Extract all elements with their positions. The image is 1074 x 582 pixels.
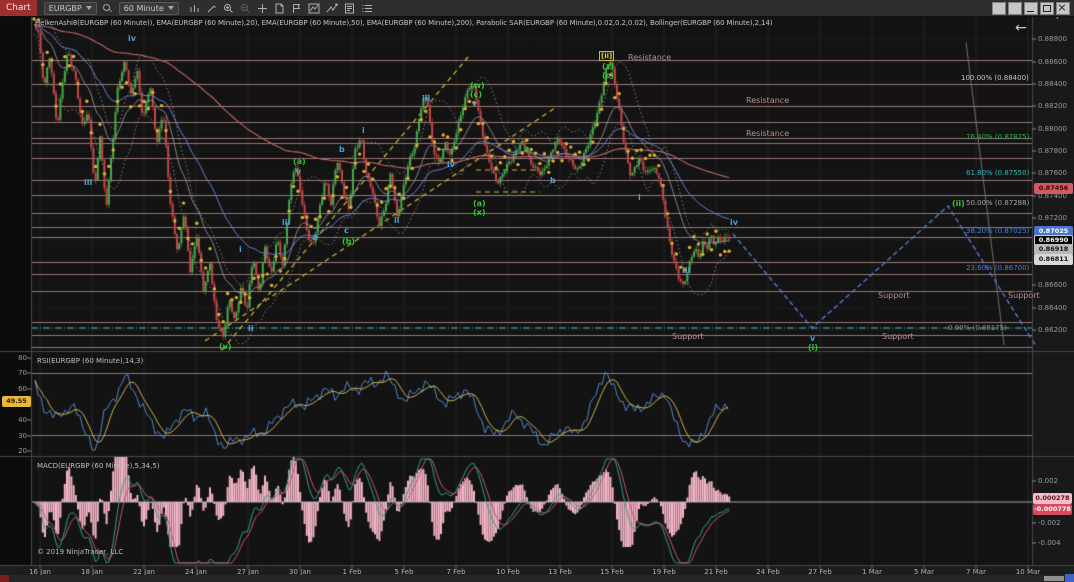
chevron-down-icon — [86, 6, 92, 10]
scrollbar-corner-button[interactable] — [1065, 574, 1074, 582]
draw-tool-icon[interactable] — [206, 3, 217, 14]
trendline-icon[interactable] — [326, 3, 338, 14]
search-icon[interactable] — [103, 4, 112, 13]
minimize-button[interactable] — [1024, 2, 1038, 15]
chart-canvas[interactable] — [0, 0, 1074, 582]
close-button[interactable] — [1056, 2, 1070, 15]
chart-properties-icon[interactable] — [344, 3, 355, 14]
window-controls — [992, 2, 1070, 15]
alert-icon[interactable] — [291, 3, 302, 14]
layout-button-2[interactable] — [1008, 2, 1022, 15]
new-chart-icon[interactable] — [274, 3, 285, 14]
scrollbar-thumb[interactable] — [1044, 576, 1064, 581]
indicator-icon[interactable] — [308, 3, 320, 14]
interval-selector[interactable]: 60 Minute — [119, 2, 179, 15]
zoom-out-icon[interactable] — [240, 3, 251, 14]
crosshair-icon[interactable] — [257, 3, 268, 14]
layout-button-1[interactable] — [992, 2, 1006, 15]
data-series-icon[interactable] — [361, 3, 373, 14]
interval-label: 60 Minute — [124, 4, 164, 13]
chart-window: Chart EURGBP 60 Minute — [0, 0, 1074, 582]
toolbar: Chart EURGBP 60 Minute — [0, 0, 1074, 17]
chevron-down-icon — [168, 6, 174, 10]
toolbar-icons — [189, 3, 373, 14]
restore-button[interactable] — [1040, 2, 1054, 15]
instrument-selector[interactable]: EURGBP — [44, 2, 97, 15]
chart-tab[interactable]: Chart — [0, 0, 37, 16]
scrollbar-left-marker — [0, 575, 9, 582]
zoom-in-icon[interactable] — [223, 3, 234, 14]
horizontal-scrollbar[interactable] — [0, 575, 1074, 582]
instrument-label: EURGBP — [49, 4, 82, 13]
chart-style-icon[interactable] — [189, 3, 200, 14]
